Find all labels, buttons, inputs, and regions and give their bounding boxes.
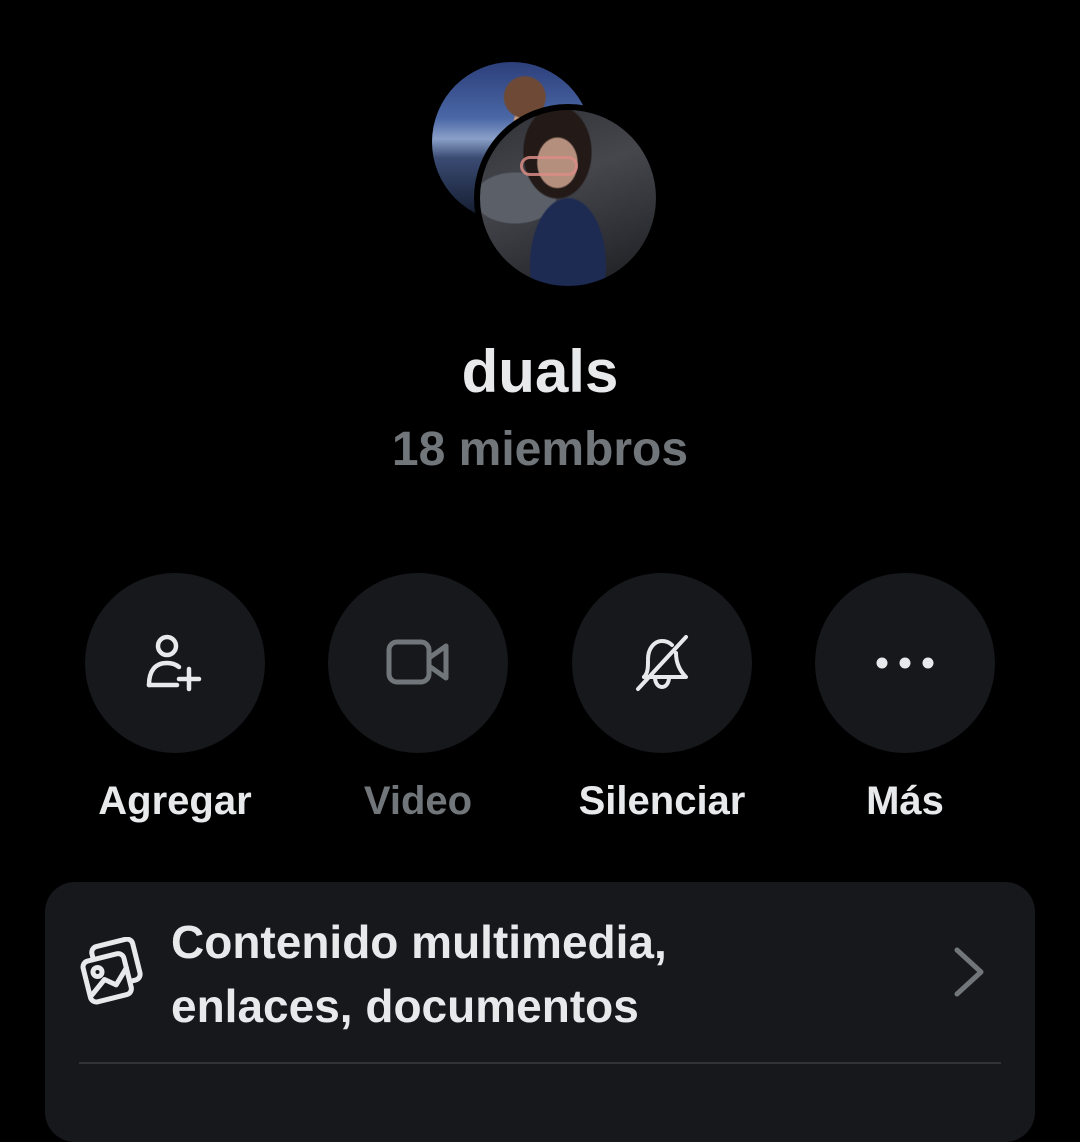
group-avatar-stack[interactable]: [430, 60, 662, 292]
divider: [79, 1062, 1001, 1064]
media-title-line1: Contenido multimedia,: [171, 916, 667, 968]
member-avatar-2: [474, 104, 662, 292]
media-title-line2: enlaces, documentos: [171, 980, 639, 1032]
video-camera-icon: [386, 639, 449, 685]
media-links-docs-row[interactable]: Contenido multimedia, enlaces, documento…: [45, 882, 1035, 1142]
video-call-circle[interactable]: [328, 573, 508, 753]
avatar-photo-detail: [520, 156, 578, 176]
more-circle[interactable]: [815, 573, 995, 753]
video-call-label: Video: [363, 779, 473, 823]
group-name: duals: [461, 338, 619, 405]
video-call-button[interactable]: Video: [298, 573, 538, 829]
more-dots-icon: [876, 657, 934, 669]
add-member-button[interactable]: Agregar: [55, 573, 295, 829]
add-member-label: Agregar: [98, 779, 252, 823]
members-count[interactable]: 18 miembros: [0, 418, 1080, 482]
chevron-right-icon: [954, 947, 984, 997]
media-title: Contenido multimedia, enlaces, documento…: [171, 910, 811, 1038]
mute-circle[interactable]: [572, 573, 752, 753]
mute-button[interactable]: Silenciar: [542, 573, 782, 829]
media-gallery-icon: [80, 937, 143, 1005]
more-button[interactable]: Más: [785, 573, 1025, 829]
more-label: Más: [866, 779, 944, 823]
add-member-circle[interactable]: [85, 573, 265, 753]
add-user-icon: [146, 634, 202, 692]
bell-mute-icon: [636, 635, 688, 691]
mute-label: Silenciar: [578, 779, 746, 823]
